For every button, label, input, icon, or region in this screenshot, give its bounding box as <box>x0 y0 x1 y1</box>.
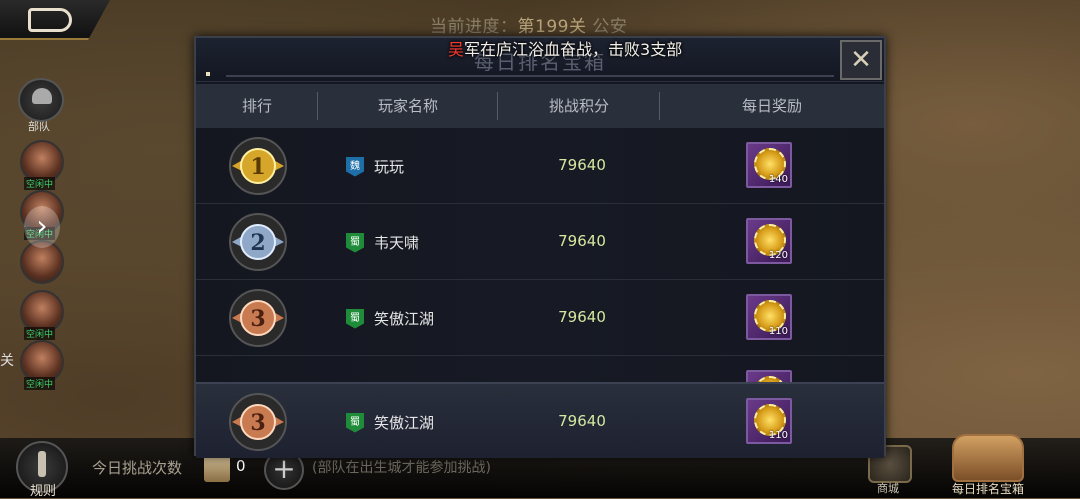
faction-badge-shu: 蜀 <box>346 412 364 433</box>
sidebar-expand-chevron-icon[interactable]: › <box>24 206 60 248</box>
title-dot <box>206 72 210 76</box>
svg-text:3: 3 <box>250 306 265 332</box>
reward-quantity: 120 <box>768 250 788 261</box>
rank-3-badge-icon: 3 <box>229 289 287 347</box>
progress-stage: 第199关 <box>517 17 587 37</box>
helmet-icon <box>32 88 52 104</box>
general-avatar-4[interactable]: 空闲中 <box>20 290 64 340</box>
player-cell: 蜀 笑傲江湖 <box>346 308 434 329</box>
player-cell: 蜀 韦天啸 <box>346 232 419 253</box>
treasure-chest-icon[interactable] <box>952 434 1024 482</box>
challenge-count-label: 今日挑战次数 <box>92 459 183 477</box>
rules-icon <box>38 451 46 477</box>
score-value: 79640 <box>558 156 606 174</box>
score-value: 79640 <box>558 232 606 250</box>
faction-badge-wei: 魏 <box>346 156 364 177</box>
faction-badge-shu: 蜀 <box>346 308 364 329</box>
idle-tag: 空闲中 <box>24 177 56 190</box>
rank-3-badge-icon: 3 <box>229 393 287 451</box>
column-header-player: 玩家名称 <box>318 84 498 128</box>
reward-item[interactable]: 110 <box>746 294 792 340</box>
rank-2-badge-icon: 2 <box>229 213 287 271</box>
progress-place: 公安 <box>592 17 628 37</box>
table-row-partial <box>196 356 884 384</box>
shop-label: 商城 <box>877 482 899 495</box>
column-header-reward: 每日奖励 <box>741 97 802 115</box>
svg-text:3: 3 <box>250 410 265 436</box>
faction-badge-shu: 蜀 <box>346 232 364 253</box>
marquee-faction: 吴 <box>448 40 465 59</box>
player-name: 韦天啸 <box>374 234 420 252</box>
troop-button[interactable] <box>18 78 64 122</box>
ranking-list[interactable]: 1 魏 玩玩 79640 140 2 蜀 韦天啸 79640 120 3 蜀 笑… <box>196 128 884 384</box>
idle-tag: 空闲中 <box>24 327 56 340</box>
svg-text:2: 2 <box>250 230 265 256</box>
reward-item[interactable]: 110 <box>746 398 792 444</box>
challenge-count-value: 0 <box>236 457 246 475</box>
svg-text:1: 1 <box>250 154 265 180</box>
reward-item[interactable]: 120 <box>746 218 792 264</box>
table-row: 3 蜀 笑傲江湖 79640 110 <box>196 280 884 356</box>
rules-label: 规则 <box>30 484 57 499</box>
player-name: 笑傲江湖 <box>374 310 435 328</box>
reward-quantity: 140 <box>768 174 788 185</box>
reward-quantity: 110 <box>768 430 788 441</box>
pass-label: 关 <box>0 353 14 369</box>
my-rank-row: 3 蜀 笑傲江湖 79640 110 <box>196 382 884 458</box>
challenge-note: (部队在出生城才能参加挑战) <box>312 460 491 476</box>
marquee-message: 军在庐江浴血奋战，击败3支部 <box>464 40 683 59</box>
player-cell: 魏 玩玩 <box>346 156 404 177</box>
progress-prefix: 当前进度： <box>430 17 518 37</box>
player-cell: 蜀 笑傲江湖 <box>346 412 434 433</box>
broadcast-marquee: 吴军在庐江浴血奋战，击败3支部 <box>448 36 682 60</box>
table-header: 排行 玩家名称 挑战积分 每日奖励 <box>196 84 884 128</box>
idle-tag: 空闲中 <box>24 377 56 390</box>
general-avatar-5[interactable]: 空闲中 <box>20 340 64 390</box>
general-avatar-1[interactable]: 空闲中 <box>20 140 64 190</box>
table-row: 1 魏 玩玩 79640 140 <box>196 128 884 204</box>
score-value: 79640 <box>558 412 606 430</box>
reward-quantity: 110 <box>768 326 788 337</box>
column-header-score: 挑战积分 <box>498 84 660 128</box>
close-button[interactable]: ✕ <box>840 40 882 80</box>
title-divider <box>226 75 834 77</box>
back-arrow-icon <box>28 8 72 32</box>
column-header-rank: 排行 <box>196 84 318 128</box>
daily-ranking-modal: 每日排名宝箱 ✕ 排行 玩家名称 挑战积分 每日奖励 1 魏 玩玩 79640 … <box>194 36 886 458</box>
reward-item[interactable]: 140 <box>746 142 792 188</box>
chest-label: 每日排名宝箱 <box>952 482 1025 496</box>
table-row: 2 蜀 韦天啸 79640 120 <box>196 204 884 280</box>
score-value: 79640 <box>558 308 606 326</box>
rank-1-badge-icon: 1 <box>229 137 287 195</box>
player-name: 玩玩 <box>374 158 405 176</box>
player-name: 笑傲江湖 <box>374 414 435 432</box>
progress-indicator: 当前进度：第199关 公安 <box>430 12 627 37</box>
